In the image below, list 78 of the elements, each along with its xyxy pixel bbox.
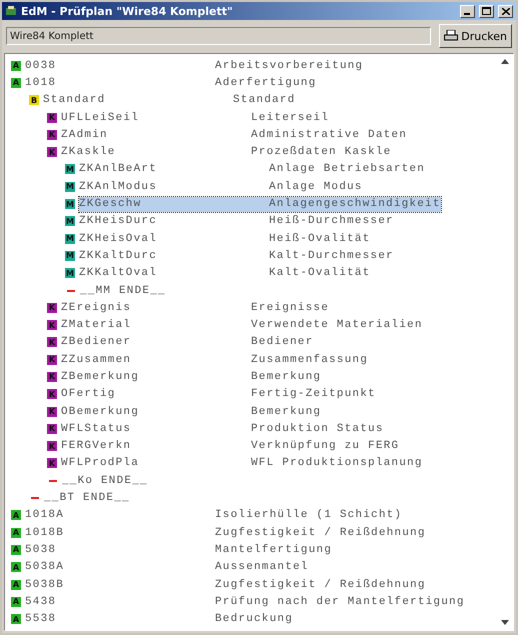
node-type-icon: M bbox=[65, 199, 75, 210]
end-marker-icon bbox=[67, 290, 75, 292]
node-type-icon: K bbox=[47, 320, 57, 330]
node-type-icon: A bbox=[11, 544, 21, 555]
node-type-icon: K bbox=[47, 389, 57, 400]
node-type-icon: K bbox=[47, 302, 57, 313]
tree-item[interactable]: UFLLeiSeil Leiterseil bbox=[61, 110, 330, 126]
node-type-icon: A bbox=[11, 510, 21, 520]
tree-item[interactable]: ZMaterial Verwendete Materialien bbox=[61, 318, 423, 333]
tree-item[interactable]: 5538 Bedruckung bbox=[25, 612, 294, 627]
scroll-down-icon[interactable] bbox=[501, 620, 509, 626]
node-type-icon: K bbox=[47, 372, 57, 382]
tree-item[interactable]: 1018A Isolierhülle (1 Schicht) bbox=[25, 508, 402, 523]
node-type-icon: K bbox=[47, 147, 57, 158]
tree-item[interactable]: FERGVerkn Verknüpfung zu FERG bbox=[61, 438, 400, 454]
tree-item[interactable]: 0038 Arbeitsvorbereitung bbox=[25, 58, 364, 74]
printer-icon bbox=[444, 30, 458, 42]
tree-item[interactable]: 1018 Aderfertigung bbox=[25, 75, 316, 90]
node-type-icon: A bbox=[11, 78, 21, 88]
node-type-icon: A bbox=[11, 60, 21, 71]
tree-item[interactable]: ZEreignis Ereignisse bbox=[61, 300, 330, 316]
scroll-up-icon[interactable] bbox=[501, 58, 509, 64]
tree-item[interactable]: 5438 Prüfung nach der Mantelfertigung bbox=[25, 594, 465, 610]
tree-item[interactable]: WFLProdPla WFL Produktionsplanung bbox=[61, 456, 423, 471]
node-type-icon: K bbox=[47, 406, 57, 417]
plan-name-field[interactable]: Wire84 Komplett bbox=[6, 27, 432, 45]
tree-item[interactable]: Standard Standard bbox=[43, 92, 296, 108]
app-icon bbox=[5, 5, 17, 17]
tree-item[interactable]: ZKKaltOval Kalt-Ovalität bbox=[79, 266, 370, 281]
tree-item[interactable]: ZKaskle Prozeßdaten Kaskle bbox=[61, 144, 392, 160]
end-marker-icon bbox=[31, 497, 39, 500]
node-type-icon: A bbox=[11, 596, 21, 607]
node-type-icon: A bbox=[11, 614, 21, 624]
tree-item[interactable]: __Ko ENDE__ bbox=[62, 473, 252, 488]
minimize-button[interactable] bbox=[460, 4, 475, 18]
node-type-icon: M bbox=[65, 182, 75, 192]
close-icon bbox=[502, 8, 510, 14]
node-type-icon: M bbox=[65, 164, 75, 174]
tree-item[interactable]: 5038B Zugfestigkeit / Reißdehnung bbox=[25, 577, 426, 592]
tree-item[interactable]: __BT ENDE__ bbox=[44, 490, 234, 506]
node-type-icon: K bbox=[47, 354, 57, 365]
tree-item[interactable]: 1018B Zugfestigkeit / Reißdehnung bbox=[25, 525, 426, 540]
tree-item[interactable]: OFertig Fertig-Zeitpunkt bbox=[61, 386, 376, 402]
print-button[interactable]: Drucken bbox=[439, 24, 512, 48]
tree-item[interactable]: ZKAnlBeArt Anlage Betriebsarten bbox=[79, 162, 426, 177]
tree-item[interactable]: 5038 Mantelfertigung bbox=[25, 542, 332, 558]
tree-item[interactable]: ZKHeisOval Heiß-Ovalität bbox=[79, 231, 370, 246]
close-button[interactable] bbox=[498, 4, 513, 18]
tree-item[interactable]: ZKHeisDurc Heiß-Durchmesser bbox=[79, 214, 394, 229]
node-type-icon: K bbox=[47, 424, 57, 434]
tree-item[interactable]: ZKAnlModus Anlage Modus bbox=[79, 179, 363, 194]
tree-item[interactable]: ZAdmin Administrative Daten bbox=[61, 127, 408, 142]
tree-item[interactable]: ZKGeschw Anlagengeschwindigkeit bbox=[79, 196, 441, 212]
node-type-icon: M bbox=[65, 216, 75, 226]
node-type-icon: K bbox=[47, 130, 57, 140]
tree-item[interactable]: WFLStatus Produktion Status bbox=[61, 421, 384, 436]
tree-item[interactable]: ZKKaltDurc Kalt-Durchmesser bbox=[79, 248, 394, 264]
node-type-icon: B bbox=[29, 95, 39, 106]
node-type-icon: K bbox=[47, 458, 57, 468]
node-type-icon: K bbox=[47, 441, 57, 452]
tree-item[interactable]: ZBediener Bediener bbox=[61, 334, 314, 350]
tree-item[interactable]: OBemerkung Bemerkung bbox=[61, 404, 322, 420]
node-type-icon: A bbox=[11, 528, 21, 538]
window-title: EdM - Prüfplan "Wire84 Komplett" bbox=[21, 4, 234, 18]
node-type-icon: M bbox=[65, 268, 75, 278]
tree-item[interactable]: __MM ENDE__ bbox=[80, 283, 270, 298]
tree-item[interactable]: ZZusammen Zusammenfassung bbox=[61, 352, 368, 368]
node-type-icon: K bbox=[47, 337, 57, 348]
node-type-icon: A bbox=[11, 562, 21, 572]
maximize-button[interactable] bbox=[479, 4, 494, 18]
maximize-icon bbox=[482, 7, 491, 15]
end-marker-icon bbox=[49, 480, 57, 482]
tree-item[interactable]: 5038A Aussenmantel bbox=[25, 560, 309, 575]
tree-item[interactable]: ZBemerkung Bemerkung bbox=[61, 369, 322, 384]
node-type-icon: K bbox=[47, 112, 57, 123]
node-type-icon: M bbox=[65, 234, 75, 244]
node-type-icon: A bbox=[11, 580, 21, 590]
node-type-icon: M bbox=[65, 250, 75, 261]
